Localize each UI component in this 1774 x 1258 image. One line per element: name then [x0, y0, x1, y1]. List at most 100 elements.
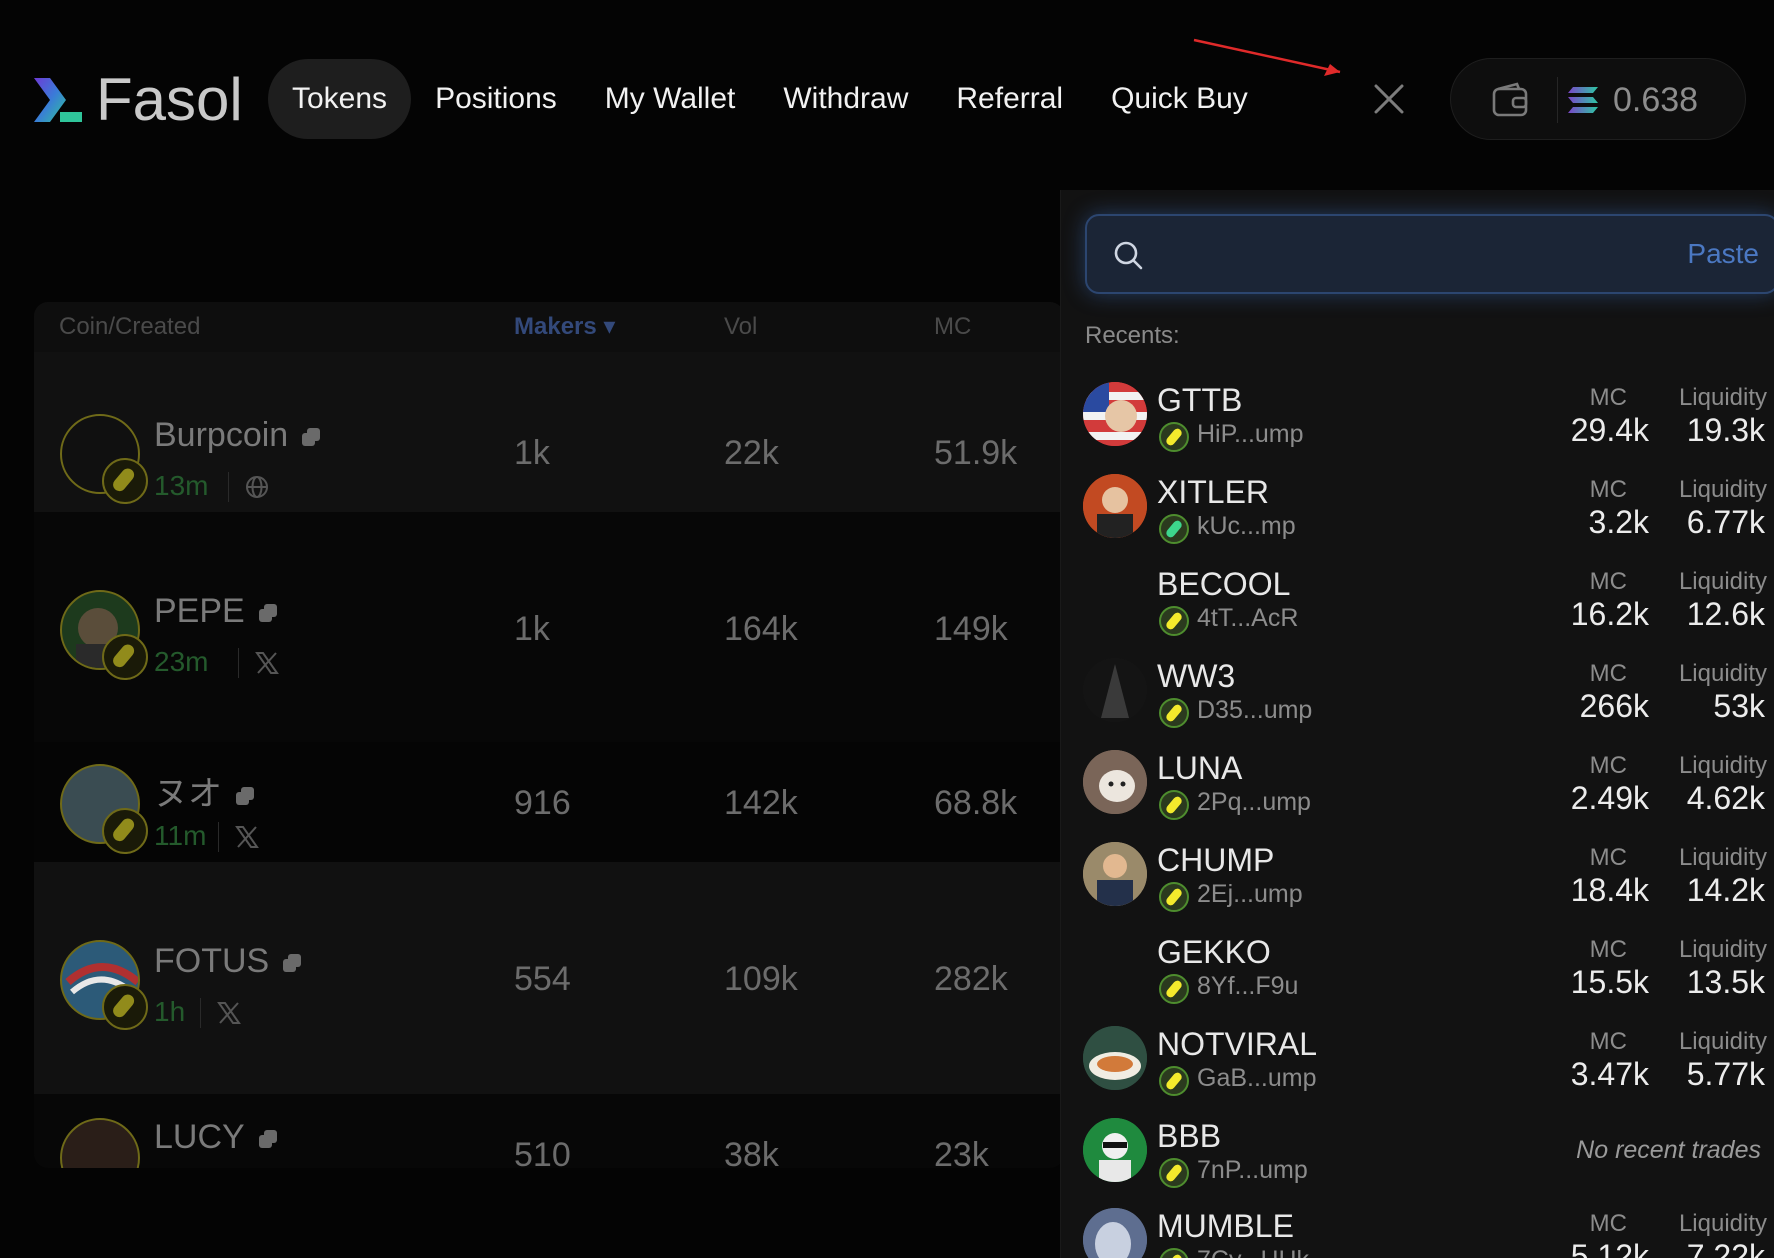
token-address: 2Ej...ump: [1197, 880, 1303, 908]
mc-cell: 23k: [934, 1136, 989, 1168]
nav-positions[interactable]: Positions: [411, 59, 581, 139]
vol-cell: 38k: [724, 1136, 779, 1168]
x-icon[interactable]: [234, 824, 260, 850]
header-vol[interactable]: Vol: [724, 302, 757, 352]
table-row[interactable]: LUCY 510 38k 23k: [34, 1094, 1064, 1168]
nav-my-wallet[interactable]: My Wallet: [581, 59, 760, 139]
header-mc[interactable]: MC: [934, 302, 971, 352]
pill-icon: [102, 634, 148, 680]
mc-label: MC: [1589, 1028, 1627, 1055]
recent-token-item[interactable]: XITLER kUc...mp MC 3.2k Liquidity 6.77k: [1083, 466, 1774, 558]
liquidity-label: Liquidity: [1678, 936, 1767, 963]
token-avatar: [1083, 658, 1147, 722]
token-address: 7nP...ump: [1197, 1156, 1308, 1184]
close-icon[interactable]: [1372, 82, 1406, 116]
coin-name[interactable]: PEPE: [154, 592, 279, 631]
token-avatar: [1083, 474, 1147, 538]
header-coin-created[interactable]: Coin/Created: [59, 302, 200, 352]
coin-name[interactable]: ヌオ: [154, 766, 256, 815]
liquidity-label: Liquidity: [1678, 568, 1767, 595]
recent-token-item[interactable]: GTTB HiP...ump MC 29.4k Liquidity 19.3k: [1083, 374, 1774, 466]
no-recent-trades-label: No recent trades: [1576, 1136, 1761, 1164]
recent-token-item[interactable]: CHUMP 2Ej...ump MC 18.4k Liquidity 14.2k: [1083, 834, 1774, 926]
token-address: 4tT...AcR: [1197, 604, 1299, 632]
recent-token-item[interactable]: WW3 D35...ump MC 266k Liquidity 53k: [1083, 650, 1774, 742]
gttb-avatar-icon: [1083, 382, 1147, 446]
globe-icon[interactable]: [244, 474, 270, 500]
luna-avatar-icon: [1083, 750, 1147, 814]
token-name: BECOOL: [1157, 566, 1291, 602]
search-box[interactable]: Paste: [1085, 214, 1774, 294]
token-name: XITLER: [1157, 474, 1270, 510]
copy-icon[interactable]: [257, 1128, 279, 1150]
coin-name[interactable]: FOTUS: [154, 942, 303, 981]
token-avatar: [1083, 1118, 1147, 1182]
paste-button[interactable]: Paste: [1687, 238, 1759, 270]
table-row[interactable]: PEPE 23m 1k 164k 149k: [34, 512, 1064, 742]
recent-token-item[interactable]: LUNA 2Pq...ump MC 2.49k Liquidity 4.62k: [1083, 742, 1774, 834]
recent-token-item[interactable]: MUMBLE 7Cy...HHk MC 5.12k Liquidity 7.22…: [1083, 1200, 1774, 1258]
mc-value: 3.2k: [1588, 504, 1649, 540]
recent-token-item[interactable]: GEKKO 8Yf...F9u MC 15.5k Liquidity 13.5k: [1083, 926, 1774, 1018]
x-icon[interactable]: [216, 1000, 242, 1026]
top-header: Fasol Tokens Positions My Wallet Withdra…: [0, 0, 1774, 160]
mc-label: MC: [1589, 476, 1627, 503]
wallet-balance-button[interactable]: 0.638: [1450, 58, 1746, 140]
coin-age: 13m: [154, 470, 209, 501]
logo-text: Fasol: [96, 66, 243, 133]
notviral-avatar-icon: [1083, 1026, 1147, 1090]
liquidity-label: Liquidity: [1678, 476, 1767, 503]
copy-icon[interactable]: [281, 952, 303, 974]
pill-icon: [102, 984, 148, 1030]
age-separator: [228, 472, 229, 502]
liquidity-value: 14.2k: [1686, 872, 1765, 908]
coin-name[interactable]: LUCY: [154, 1118, 279, 1157]
pill-icon: [1159, 698, 1189, 728]
age-separator: [218, 822, 219, 852]
recent-token-item[interactable]: NOTVIRAL GaB...ump MC 3.47k Liquidity 5.…: [1083, 1018, 1774, 1110]
mc-label: MC: [1589, 568, 1627, 595]
liquidity-value: 7.22k: [1686, 1238, 1765, 1258]
liquidity-value: 12.6k: [1686, 596, 1765, 632]
mc-value: 2.49k: [1570, 780, 1649, 816]
nav-referral[interactable]: Referral: [932, 59, 1087, 139]
table-header: Coin/Created Makers ▾ Vol MC: [34, 302, 1064, 352]
table-row[interactable]: ヌオ 11m 916 142k 68.8k: [34, 742, 1064, 862]
token-avatar: [1083, 1208, 1147, 1258]
liquidity-value: 19.3k: [1686, 412, 1765, 448]
liquidity-label: Liquidity: [1678, 660, 1767, 687]
logo[interactable]: Fasol: [32, 70, 243, 130]
copy-icon[interactable]: [234, 785, 256, 807]
token-name: GTTB: [1157, 382, 1243, 418]
mc-cell: 149k: [934, 610, 1008, 648]
mc-label: MC: [1589, 660, 1627, 687]
makers-cell: 1k: [514, 434, 550, 472]
token-avatar: [1083, 750, 1147, 814]
copy-icon[interactable]: [257, 602, 279, 624]
nav-tokens[interactable]: Tokens: [268, 59, 412, 139]
copy-icon[interactable]: [300, 426, 322, 448]
pill-icon: [1159, 606, 1189, 636]
search-panel: Paste Recents: GTTB HiP...ump MC 29.4k L…: [1060, 190, 1774, 1258]
header-makers[interactable]: Makers ▾: [514, 302, 615, 352]
liquidity-value: 6.77k: [1686, 504, 1765, 540]
vol-cell: 142k: [724, 784, 798, 822]
liquidity-label: Liquidity: [1678, 1210, 1767, 1237]
wallet-balance: 0.638: [1613, 81, 1699, 119]
recent-token-item[interactable]: BECOOL 4tT...AcR MC 16.2k Liquidity 12.6…: [1083, 558, 1774, 650]
token-avatar: [1083, 1026, 1147, 1090]
recent-token-item[interactable]: BBB 7nP...ump No recent trades: [1083, 1110, 1774, 1202]
age-separator: [200, 998, 201, 1028]
search-input[interactable]: [1161, 230, 1641, 280]
coin-name[interactable]: Burpcoin: [154, 416, 322, 455]
nav-withdraw[interactable]: Withdraw: [759, 59, 932, 139]
liquidity-label: Liquidity: [1678, 752, 1767, 779]
liquidity-value: 13.5k: [1686, 964, 1765, 1000]
mc-cell: 51.9k: [934, 434, 1018, 472]
table-row[interactable]: FOTUS 1h 554 109k 282k: [34, 862, 1064, 1094]
pill-icon: [1159, 790, 1189, 820]
token-name: LUNA: [1157, 750, 1243, 786]
wallet-icon: [1492, 82, 1528, 117]
x-icon[interactable]: [254, 650, 280, 676]
table-row[interactable]: Burpcoin 13m 1k 22k 51.9k: [34, 352, 1064, 512]
